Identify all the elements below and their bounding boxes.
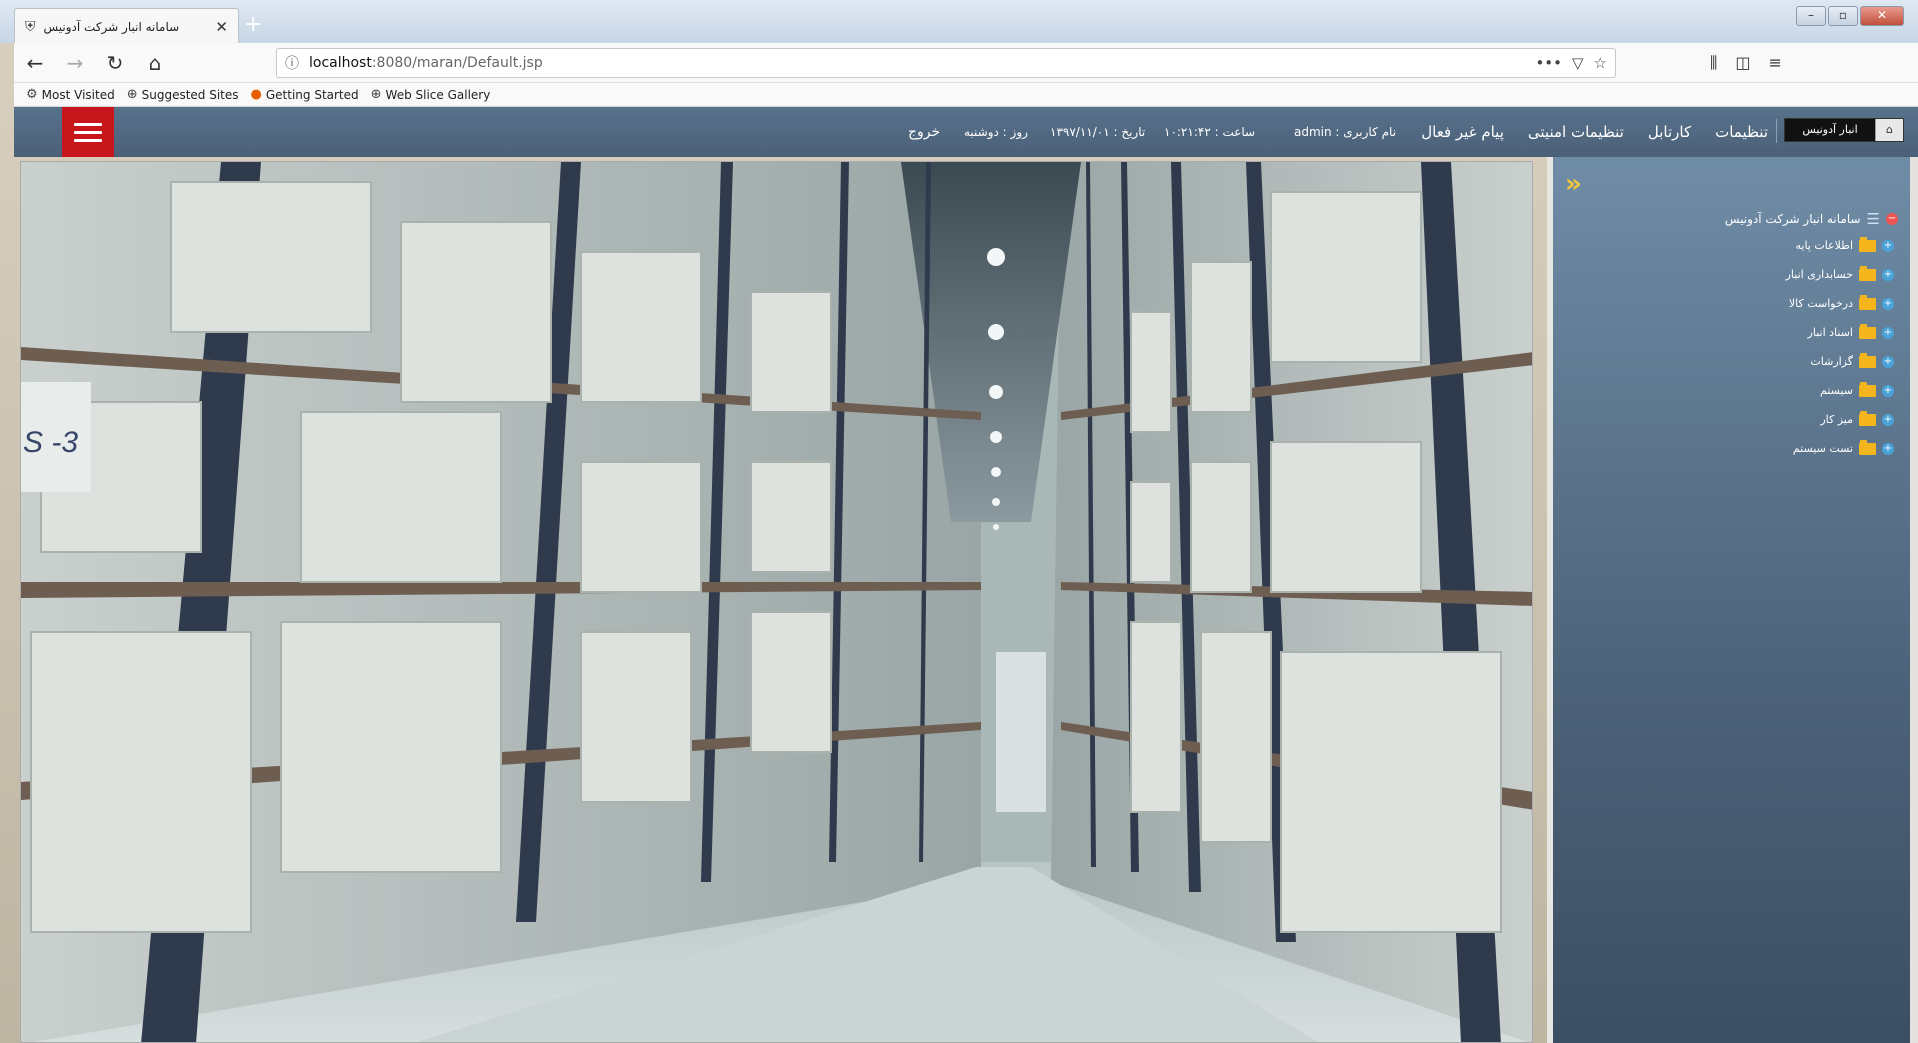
navigation-bar: ← → ↻ ⌂ ⓘ localhost:8080/maran/Default.j… (14, 43, 1918, 83)
folder-icon (1859, 410, 1876, 426)
globe-icon: ⊕ (126, 87, 138, 102)
aisle-sign-text: S -3 (23, 426, 78, 459)
header-menu: پیام غیر فعال تنظیمات امنیتی کارتابل تنظ… (1421, 107, 1768, 157)
sidebar: » − ☰ سامانه انبار شرکت آدونیس + اطلاعات… (1547, 157, 1918, 1043)
tree-root-label: سامانه انبار شرکت آدونیس (1724, 212, 1861, 226)
expand-icon[interactable]: + (1882, 239, 1894, 252)
close-window-button[interactable]: ✕ (1860, 6, 1904, 26)
library-icon[interactable]: ⫼ (1710, 53, 1717, 73)
firefox-icon: ● (250, 87, 262, 102)
tree-item-warehouse-documents[interactable]: + اسناد انبار (1725, 318, 1898, 347)
menu-inactive-message[interactable]: پیام غیر فعال (1421, 123, 1504, 141)
close-tab-icon[interactable]: ✕ (215, 18, 228, 36)
warehouse-hero-image: S -3 (20, 161, 1533, 1043)
menu-security-settings[interactable]: تنظیمات امنیتی (1528, 123, 1624, 141)
page-actions-icon[interactable]: ••• (1535, 54, 1562, 72)
menu-cartable[interactable]: کارتابل (1648, 123, 1691, 141)
logout-link[interactable]: خروج (908, 107, 940, 157)
forward-arrow-icon[interactable]: → (62, 51, 88, 75)
pocket-icon[interactable]: ▽ (1572, 54, 1584, 72)
menu-icon[interactable]: ≡ (1769, 53, 1782, 73)
folder-icon (1859, 323, 1876, 339)
reload-icon[interactable]: ↻ (102, 51, 128, 75)
folder-icon (1859, 294, 1876, 310)
tree-item-system[interactable]: + سیستم (1725, 376, 1898, 405)
tree-item-basic-info[interactable]: + اطلاعات پایه (1725, 231, 1898, 260)
list-icon: ☰ (1866, 210, 1880, 228)
bookmark-star-icon[interactable]: ☆ (1594, 54, 1607, 72)
expand-icon[interactable]: + (1882, 442, 1894, 455)
browser-tab[interactable]: ⛨ سامانه انبار شرکت آدونیس ✕ (14, 8, 239, 44)
collapse-sidebar-icon[interactable]: » (1565, 169, 1582, 199)
toolbar-right: ⫼ ◫ ≡ (1710, 53, 1782, 73)
day-label: روز : دوشنبه (964, 125, 1028, 139)
expand-icon[interactable]: + (1882, 355, 1894, 368)
brand-label: انبار آدونیس (1785, 119, 1875, 141)
window-controls: – ▫ ✕ (1796, 6, 1904, 26)
folder-icon (1859, 439, 1876, 455)
minimize-button[interactable]: – (1796, 6, 1826, 26)
tree-item-reports[interactable]: + گزارشات (1725, 347, 1898, 376)
tree-item-warehouse-accounting[interactable]: + حسابداری انبار (1725, 260, 1898, 289)
url-text[interactable]: localhost:8080/maran/Default.jsp (309, 55, 1525, 71)
collapse-icon[interactable]: − (1886, 213, 1898, 225)
expand-icon[interactable]: + (1882, 413, 1894, 426)
time-label: ساعت : ۱۰:۲۱:۴۲ (1164, 125, 1256, 139)
tab-title: سامانه انبار شرکت آدونیس (43, 19, 180, 34)
tree-item-workdesk[interactable]: + میز کار (1725, 405, 1898, 434)
globe-icon: ⊕ (370, 87, 382, 102)
url-bar[interactable]: ⓘ localhost:8080/maran/Default.jsp ••• ▽… (276, 47, 1616, 78)
tree-root[interactable]: − ☰ سامانه انبار شرکت آدونیس (1725, 207, 1898, 231)
home-icon[interactable]: ⌂ (142, 51, 168, 75)
folder-icon (1859, 236, 1876, 252)
date-label: تاریخ : ۱۳۹۷/۱۱/۰۱ (1050, 125, 1146, 139)
bookmarks-bar: ⚙ Most Visited ⊕ Suggested Sites ● Getti… (14, 83, 1918, 107)
back-arrow-icon[interactable]: ← (22, 51, 48, 75)
menu-settings[interactable]: تنظیمات (1715, 123, 1768, 141)
bookmark-suggested-sites[interactable]: ⊕ Suggested Sites (127, 87, 239, 102)
expand-icon[interactable]: + (1882, 268, 1894, 281)
expand-icon[interactable]: + (1882, 326, 1894, 339)
bookmark-web-slice-gallery[interactable]: ⊕ Web Slice Gallery (371, 87, 491, 102)
tab-strip: ⛨ سامانه انبار شرکت آدونیس ✕ + – ▫ ✕ (0, 0, 1918, 44)
browser-window: ⛨ سامانه انبار شرکت آدونیس ✕ + – ▫ ✕ ← →… (0, 0, 1918, 1043)
user-label: نام کاربری : admin (1294, 125, 1397, 139)
folder-icon (1859, 352, 1876, 368)
header-divider (1776, 119, 1777, 143)
sidebar-toggle-icon[interactable]: ◫ (1735, 53, 1750, 73)
tree-item-goods-request[interactable]: + درخواست کالا (1725, 289, 1898, 318)
expand-icon[interactable]: + (1882, 384, 1894, 397)
bookmark-most-visited[interactable]: ⚙ Most Visited (26, 87, 115, 102)
folder-icon (1859, 265, 1876, 281)
app-header: خروج روز : دوشنبه تاریخ : ۱۳۹۷/۱۱/۰۱ ساع… (14, 107, 1918, 157)
hamburger-menu-button[interactable] (62, 107, 114, 157)
brand-icon: ⌂ (1875, 119, 1903, 141)
page-favicon-icon: ⛨ (25, 18, 36, 35)
new-tab-button[interactable]: + (244, 12, 262, 37)
sidebar-tree: − ☰ سامانه انبار شرکت آدونیس + اطلاعات پ… (1725, 207, 1898, 463)
tree-item-system-test[interactable]: + تست سیستم (1725, 434, 1898, 463)
page-scrollbar[interactable] (1910, 157, 1918, 1043)
expand-icon[interactable]: + (1882, 297, 1894, 310)
gear-icon: ⚙ (26, 87, 38, 102)
folder-icon (1859, 381, 1876, 397)
bookmark-getting-started[interactable]: ● Getting Started (251, 87, 359, 102)
maximize-button[interactable]: ▫ (1828, 6, 1858, 26)
info-icon[interactable]: ⓘ (285, 53, 299, 73)
brand-logo[interactable]: ⌂ انبار آدونیس (1784, 118, 1904, 142)
